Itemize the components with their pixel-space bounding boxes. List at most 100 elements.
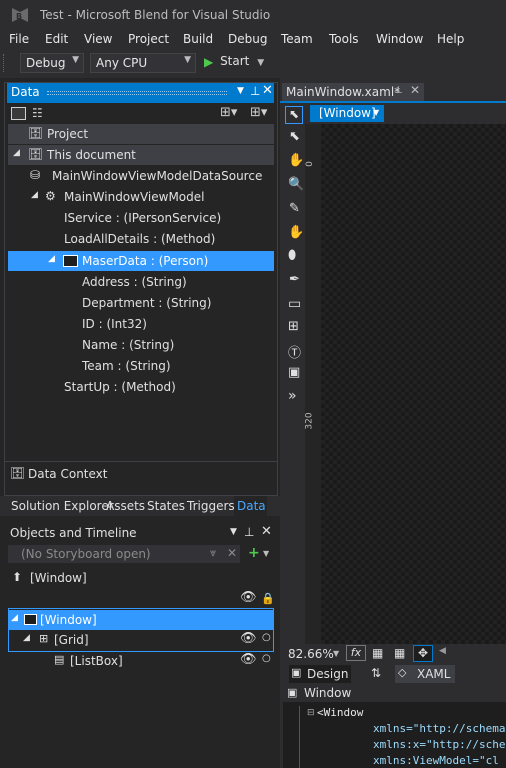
add-storyboard-icon[interactable]: + bbox=[248, 545, 260, 561]
pan-hand-icon[interactable]: ✋ bbox=[288, 153, 306, 171]
close-storyboard-icon[interactable]: ✕ bbox=[227, 546, 237, 560]
tree-item-name[interactable]: Name : (String) bbox=[8, 335, 274, 355]
menu-debug[interactable]: Debug bbox=[228, 32, 267, 46]
menu-tools[interactable]: Tools bbox=[329, 32, 359, 46]
text-tool-icon[interactable]: Ⓣ bbox=[288, 342, 306, 361]
snap-lines-icon[interactable]: ✥ bbox=[413, 645, 433, 662]
tab-triggers[interactable]: Triggers bbox=[187, 499, 235, 513]
expanded-triangle-icon[interactable]: ◢ bbox=[31, 190, 38, 200]
chevron-down-icon[interactable]: ▼ bbox=[263, 549, 269, 558]
design-artboard[interactable] bbox=[321, 124, 506, 644]
tree-item-maserdata-selected[interactable]: ◢ MaserData : (Person) bbox=[8, 251, 274, 271]
xaml-scope-label[interactable]: Window bbox=[304, 686, 351, 700]
document-tab[interactable]: MainWindow.xaml* ⊥ ✕ bbox=[282, 83, 424, 101]
close-icon[interactable]: ✕ bbox=[410, 83, 420, 97]
object-tree-listbox[interactable]: ▤ [ListBox] 👁 ○ bbox=[8, 651, 274, 671]
pin-icon[interactable]: ⊥ bbox=[250, 84, 260, 98]
selection-tool-icon[interactable]: ⬉ bbox=[285, 106, 303, 124]
control-tool-icon[interactable]: ▣ bbox=[288, 365, 306, 383]
menu-edit[interactable]: Edit bbox=[45, 32, 68, 46]
xaml-tab[interactable]: ◇ XAML bbox=[395, 665, 455, 683]
object-tree-window[interactable]: ◢ [Window] bbox=[8, 610, 274, 630]
assets-expand-icon[interactable]: » bbox=[288, 388, 306, 406]
tree-item-iservice[interactable]: IService : (IPersonService) bbox=[8, 208, 274, 228]
object-tree-grid[interactable]: ◢ ⊞ [Grid] 👁 ○ bbox=[8, 630, 274, 650]
menu-file[interactable]: File bbox=[9, 32, 29, 46]
swap-views-icon[interactable]: ⇅ bbox=[371, 666, 381, 680]
eye-icon[interactable]: 👁 bbox=[240, 652, 257, 667]
chevron-down-icon[interactable]: ▼ bbox=[333, 649, 339, 658]
eye-icon[interactable]: 👁 bbox=[240, 590, 257, 605]
menu-build[interactable]: Build bbox=[183, 32, 213, 46]
storyboard-selector[interactable]: (No Storyboard open) ⩔ ✕ bbox=[8, 545, 240, 563]
expanded-triangle-icon[interactable]: ◢ bbox=[48, 254, 55, 264]
lock-toggle-icon[interactable]: ○ bbox=[262, 653, 271, 664]
paint-bucket-icon[interactable]: ✋ bbox=[288, 225, 306, 243]
tab-assets[interactable]: Assets bbox=[106, 499, 145, 513]
create-data-source-icon[interactable]: ⊞▾ bbox=[250, 105, 267, 120]
objects-timeline-header[interactable]: Objects and Timeline ▼ ⊥ ✕ bbox=[8, 524, 274, 544]
zoom-icon[interactable]: 🔍 bbox=[288, 177, 306, 195]
toolbar: Debug ▼ Any CPU ▼ ▶ Start ▼ bbox=[0, 50, 506, 78]
tree-item-id[interactable]: ID : (Int32) bbox=[8, 314, 274, 334]
xaml-scope-bar: ▣ Window bbox=[283, 684, 506, 702]
tree-item-loadall[interactable]: LoadAllDetails : (Method) bbox=[8, 229, 274, 249]
close-icon[interactable]: ✕ bbox=[262, 83, 273, 98]
menu-project[interactable]: Project bbox=[128, 32, 169, 46]
layout-grid-icon[interactable]: ⊞ bbox=[288, 319, 306, 337]
xaml-line: xmlns:ViewModel="cl bbox=[373, 754, 499, 767]
zoom-value[interactable]: 82.66% bbox=[288, 647, 334, 661]
xaml-editor[interactable]: ⊟ <Window xmlns="http://schema xmlns:x="… bbox=[283, 702, 506, 768]
tree-item-address[interactable]: Address : (String) bbox=[8, 272, 274, 292]
scroll-left-icon[interactable]: ◀ bbox=[439, 646, 446, 656]
lock-icon[interactable]: 🔒 bbox=[261, 592, 275, 605]
design-tab[interactable]: ▣ Design bbox=[289, 665, 351, 683]
expanded-triangle-icon[interactable]: ◢ bbox=[23, 633, 30, 643]
chevron-down-icon[interactable]: ▼ bbox=[230, 527, 237, 537]
details-mode-icon[interactable]: ☷ bbox=[32, 106, 43, 120]
scope-label: [Window] bbox=[30, 571, 87, 585]
tree-this-document-section[interactable]: ◢ 🗄 This document bbox=[8, 145, 274, 165]
chevron-down-icon[interactable]: ▼ bbox=[237, 86, 244, 96]
scope-up-icon[interactable]: ⬆ bbox=[12, 570, 22, 584]
list-mode-icon[interactable] bbox=[11, 107, 26, 120]
tab-data-active[interactable]: Data bbox=[234, 496, 267, 516]
tab-solution-explorer[interactable]: Solution Explorer bbox=[11, 499, 114, 513]
collapse-icon[interactable]: ⩔ bbox=[210, 546, 216, 560]
breadcrumb[interactable]: [Window] ▼ bbox=[310, 105, 384, 122]
tree-item-department[interactable]: Department : (String) bbox=[8, 293, 274, 313]
create-sample-data-icon[interactable]: ⊞▾ bbox=[220, 105, 237, 120]
rectangle-icon[interactable]: ▭ bbox=[288, 296, 306, 314]
eye-icon[interactable]: 👁 bbox=[240, 631, 257, 646]
lock-toggle-icon[interactable]: ○ bbox=[262, 632, 271, 643]
expanded-triangle-icon[interactable]: ◢ bbox=[13, 148, 20, 158]
collapse-icon[interactable]: ⊟ bbox=[307, 708, 315, 718]
grid-toggle-icon[interactable]: ▦ bbox=[372, 646, 383, 660]
pin-icon[interactable]: ⊥ bbox=[244, 525, 254, 539]
member-label: LoadAllDetails : (Method) bbox=[64, 232, 216, 246]
view-switcher: ▣ Design ⇅ ◇ XAML bbox=[283, 664, 506, 684]
member-label: Name : (String) bbox=[82, 338, 175, 352]
pin-icon[interactable]: ⊥ bbox=[394, 85, 403, 96]
tree-item-startup[interactable]: StartUp : (Method) bbox=[8, 377, 274, 397]
start-button[interactable]: ▶ Start ▼ bbox=[204, 54, 264, 74]
tree-item-datasource[interactable]: ⛁ MainWindowViewModelDataSource bbox=[8, 166, 274, 186]
tree-project-section[interactable]: 🗄 Project bbox=[8, 124, 274, 144]
scope-up-row[interactable]: ⬆ [Window] bbox=[8, 568, 274, 588]
tree-item-viewmodel[interactable]: ◢ ⚙ MainWindowViewModel bbox=[8, 187, 274, 207]
brush-transform-icon[interactable]: ⬮ bbox=[288, 248, 306, 266]
expanded-triangle-icon[interactable]: ◢ bbox=[11, 613, 18, 623]
close-icon[interactable]: ✕ bbox=[261, 524, 272, 539]
data-context-section[interactable]: 🗄 Data Context bbox=[8, 464, 274, 484]
tree-item-team[interactable]: Team : (String) bbox=[8, 356, 274, 376]
menu-window[interactable]: Window bbox=[376, 32, 423, 46]
menu-team[interactable]: Team bbox=[281, 32, 313, 46]
effects-toggle[interactable]: fx bbox=[346, 645, 366, 661]
data-panel-header[interactable]: Data ▼ ⊥ ✕ bbox=[7, 83, 274, 103]
menu-view[interactable]: View bbox=[84, 32, 112, 46]
platform-dropdown[interactable]: Any CPU ▼ bbox=[90, 53, 196, 73]
configuration-dropdown[interactable]: Debug ▼ bbox=[20, 53, 84, 73]
menu-help[interactable]: Help bbox=[437, 32, 464, 46]
snap-grid-icon[interactable]: ▦ bbox=[394, 646, 405, 660]
tab-states[interactable]: States bbox=[147, 499, 185, 513]
